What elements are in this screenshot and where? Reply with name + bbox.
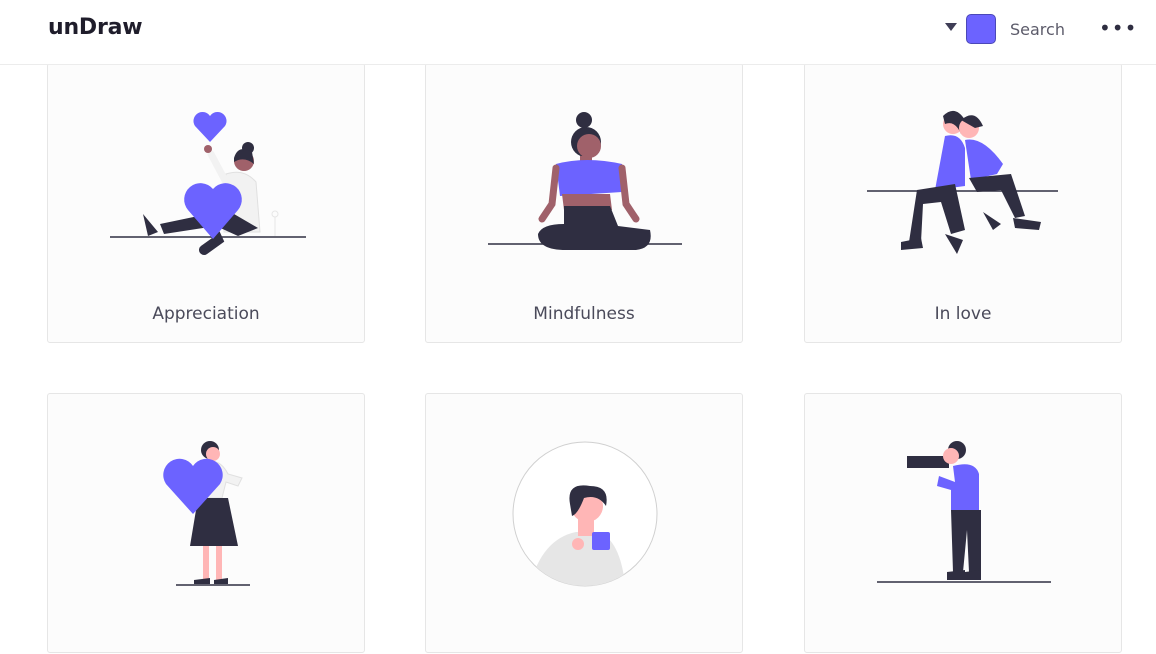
- top-bar: unDraw Search •••: [0, 0, 1156, 65]
- photographer-illustration: [877, 441, 1051, 583]
- illustration-card[interactable]: [425, 393, 743, 653]
- color-dropdown-caret-icon[interactable]: [945, 23, 957, 31]
- mindfulness-illustration: [488, 112, 682, 250]
- appreciation-illustration: [110, 111, 306, 255]
- illustration-card-in-love[interactable]: In love: [804, 63, 1122, 343]
- illustration-card-mindfulness[interactable]: Mindfulness: [425, 63, 743, 343]
- man-with-coffee-illustration: [512, 441, 658, 587]
- search-button[interactable]: Search: [1010, 20, 1065, 39]
- illustration-card[interactable]: [47, 393, 365, 653]
- woman-with-heart-illustration: [163, 441, 250, 586]
- more-options-icon[interactable]: •••: [1099, 18, 1137, 38]
- card-title: Mindfulness: [533, 304, 635, 324]
- illustration-card[interactable]: [804, 393, 1122, 653]
- card-title: In love: [934, 304, 992, 324]
- in-love-illustration: [867, 110, 1058, 254]
- logo[interactable]: unDraw: [48, 15, 143, 40]
- card-title: Appreciation: [152, 304, 260, 324]
- accent-color-swatch[interactable]: [966, 14, 996, 44]
- illustration-card-appreciation[interactable]: Appreciation: [47, 63, 365, 343]
